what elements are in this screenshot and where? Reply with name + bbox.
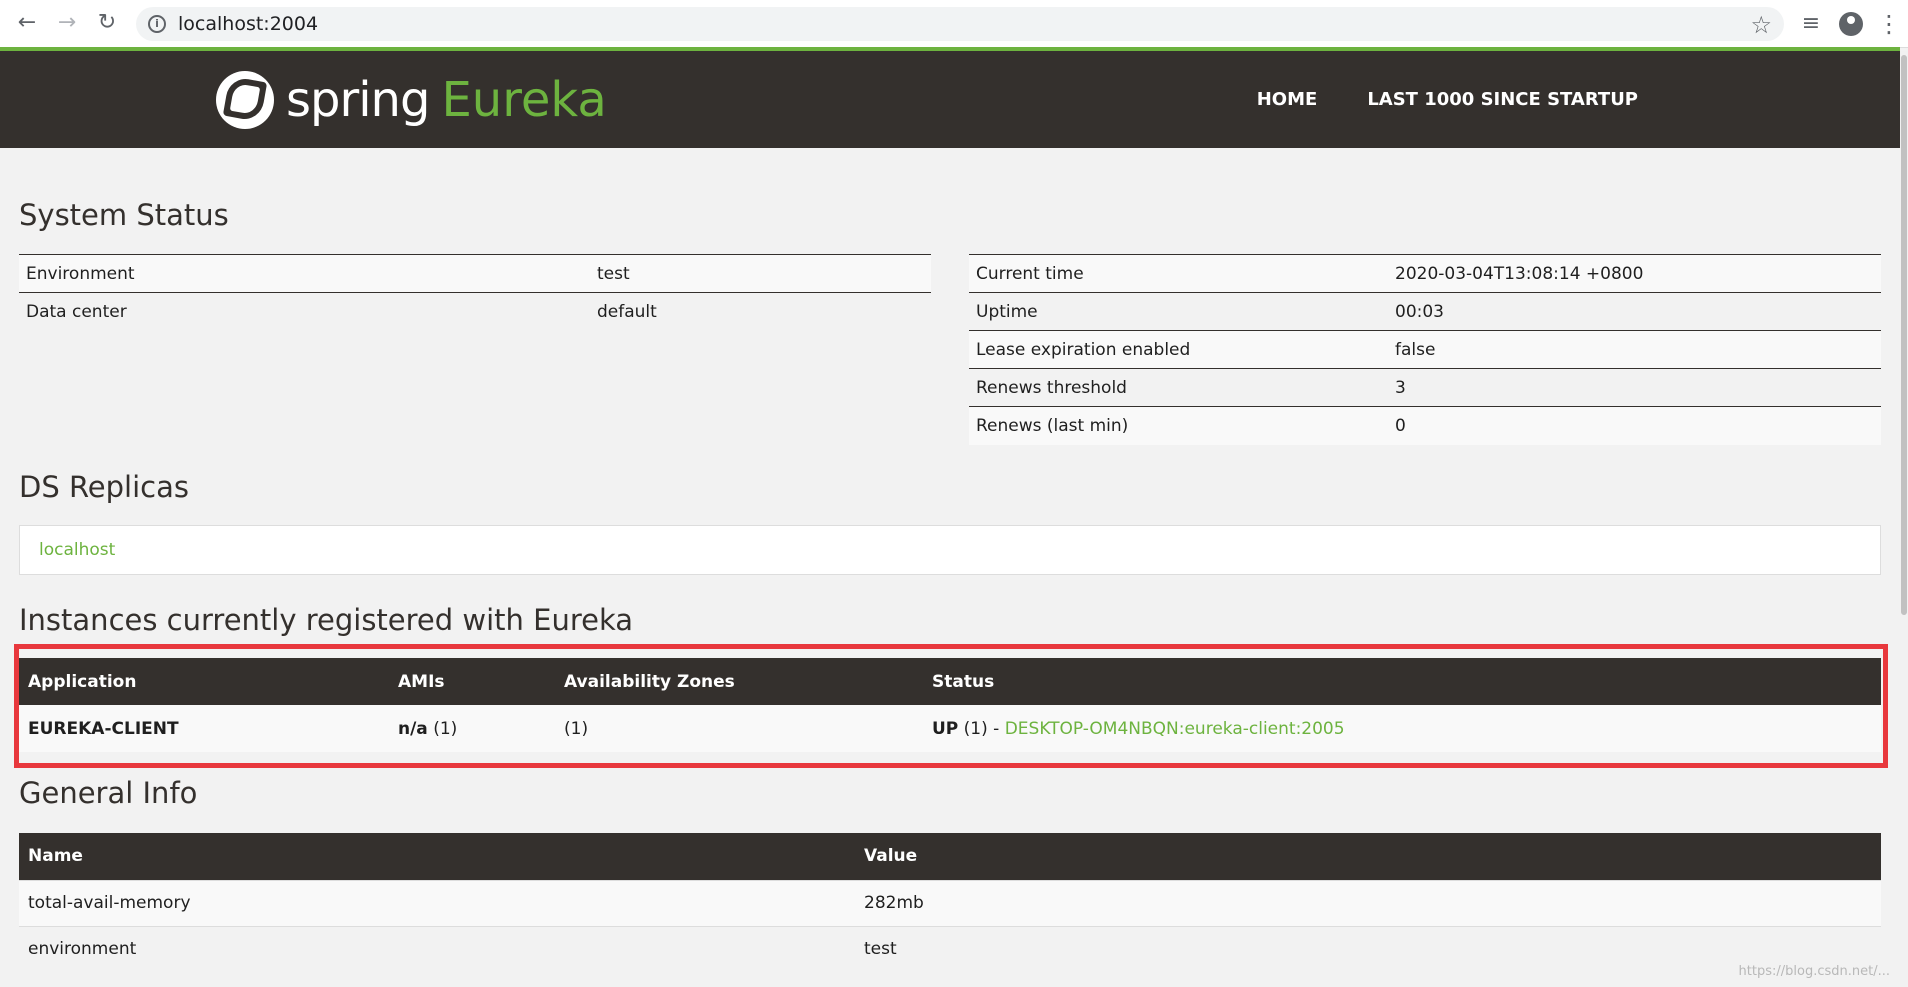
general-info-heading: General Info — [19, 776, 198, 810]
info-value: test — [855, 925, 1881, 972]
account-avatar-icon[interactable] — [1836, 9, 1866, 39]
status-value: false — [1395, 339, 1436, 360]
forward-arrow-icon[interactable]: → — [54, 10, 80, 36]
instances-heading: Instances currently registered with Eure… — [19, 603, 634, 637]
status-value: default — [597, 301, 657, 322]
info-name: environment — [19, 925, 855, 972]
status-value: test — [597, 263, 630, 284]
status-value: 0 — [1395, 415, 1406, 436]
media-playlist-icon[interactable]: ≡ — [1796, 9, 1826, 39]
amis-value: n/a — [398, 718, 428, 739]
status-up: UP — [932, 718, 959, 739]
status-value: 3 — [1395, 377, 1406, 398]
system-status-heading: System Status — [19, 198, 229, 232]
ds-replicas-heading: DS Replicas — [19, 470, 189, 504]
logo-spring-text: spring — [286, 72, 430, 128]
application-cell: EUREKA-CLIENT — [19, 705, 389, 752]
back-arrow-icon[interactable]: ← — [14, 10, 40, 36]
column-header: Name — [19, 833, 855, 880]
table-row: Environment test — [19, 254, 931, 293]
table-row: Lease expiration enabled false — [969, 330, 1881, 369]
table-header-row: Application AMIs Availability Zones Stat… — [19, 658, 1881, 705]
column-header: Status — [923, 658, 1881, 705]
system-status-left-table: Environment test Data center default — [19, 254, 931, 331]
info-name: total-avail-memory — [19, 879, 855, 926]
status-count: (1) - — [958, 718, 1005, 739]
table-row: Renews threshold 3 — [969, 368, 1881, 407]
status-key: Renews threshold — [976, 377, 1127, 398]
table-row: Renews (last min) 0 — [969, 406, 1881, 445]
status-value: 2020-03-04T13:08:14 +0800 — [1395, 263, 1644, 284]
watermark-text: https://blog.csdn.net/... — [1738, 964, 1890, 979]
reload-icon[interactable]: ↻ — [94, 10, 120, 36]
zones-cell: (1) — [555, 705, 923, 752]
table-row: total-avail-memory 282mb — [19, 879, 1881, 926]
instances-table: Application AMIs Availability Zones Stat… — [19, 658, 1881, 752]
table-row: Current time 2020-03-04T13:08:14 +0800 — [969, 254, 1881, 293]
ds-replicas-list: localhost — [19, 525, 1881, 575]
status-key: Lease expiration enabled — [976, 339, 1191, 360]
scrollbar-thumb[interactable] — [1901, 55, 1907, 615]
status-cell: UP (1) - DESKTOP-OM4NBQN:eureka-client:2… — [923, 705, 1881, 752]
browser-toolbar: ← → ↻ i localhost:2004 ☆ ≡ ⋮ — [0, 0, 1908, 48]
eureka-navbar: spring Eureka HOME LAST 1000 SINCE START… — [0, 51, 1900, 148]
system-status-right-table: Current time 2020-03-04T13:08:14 +0800 U… — [969, 254, 1881, 445]
application-name: EUREKA-CLIENT — [28, 718, 179, 739]
column-header: Application — [19, 658, 389, 705]
status-key: Current time — [976, 263, 1084, 284]
nav-last-1000-link[interactable]: LAST 1000 SINCE STARTUP — [1367, 89, 1638, 110]
amis-cell: n/a (1) — [389, 705, 555, 752]
instance-link[interactable]: DESKTOP-OM4NBQN:eureka-client:2005 — [1005, 719, 1345, 739]
spring-eureka-logo[interactable]: spring Eureka — [216, 69, 607, 131]
status-key: Data center — [26, 301, 127, 322]
amis-count: (1) — [427, 718, 458, 739]
status-value: 00:03 — [1395, 301, 1444, 322]
column-header: AMIs — [389, 658, 555, 705]
table-header-row: Name Value — [19, 833, 1881, 880]
spring-leaf-icon — [216, 71, 274, 129]
table-row: Data center default — [19, 292, 931, 331]
nav-links: HOME LAST 1000 SINCE STARTUP — [1257, 89, 1638, 110]
browser-menu-icon[interactable]: ⋮ — [1874, 9, 1904, 39]
table-row: EUREKA-CLIENT n/a (1) (1) UP (1) - DESKT… — [19, 705, 1881, 752]
logo-eureka-text: Eureka — [441, 72, 607, 128]
table-row: Uptime 00:03 — [969, 292, 1881, 331]
general-info-table: Name Value total-avail-memory 282mb envi… — [19, 833, 1881, 972]
site-info-icon[interactable]: i — [148, 15, 166, 33]
replica-link[interactable]: localhost — [39, 540, 115, 560]
column-header: Value — [855, 833, 1881, 880]
status-key: Renews (last min) — [976, 415, 1129, 436]
status-key: Environment — [26, 263, 135, 284]
info-value: 282mb — [855, 879, 1881, 926]
address-url[interactable]: localhost:2004 — [178, 13, 318, 35]
status-key: Uptime — [976, 301, 1038, 322]
table-row: environment test — [19, 925, 1881, 972]
page-scrollbar[interactable] — [1900, 51, 1908, 987]
address-bar[interactable]: i localhost:2004 ☆ — [136, 7, 1784, 41]
column-header: Availability Zones — [555, 658, 923, 705]
nav-home-link[interactable]: HOME — [1257, 89, 1318, 110]
bookmark-star-icon[interactable]: ☆ — [1750, 11, 1772, 39]
